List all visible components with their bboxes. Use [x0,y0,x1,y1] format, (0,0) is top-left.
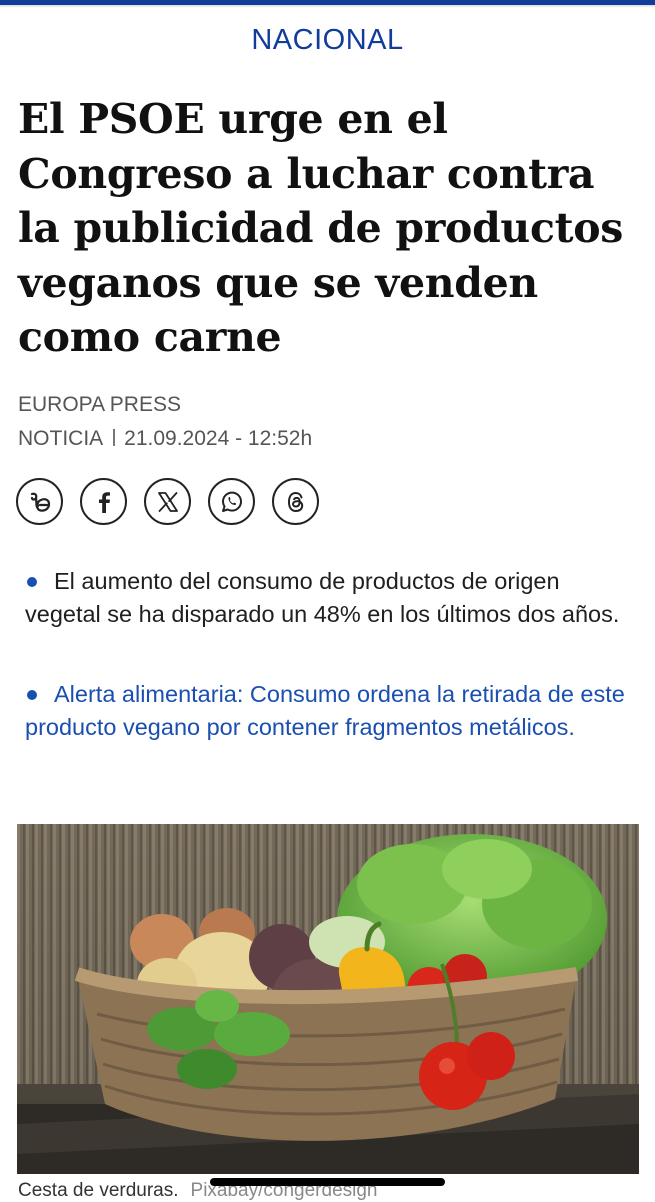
share-button-x[interactable] [144,478,191,525]
bullet-dot [27,577,37,587]
caption-text: Cesta de verduras. [18,1180,179,1201]
bluesky-like-icon [30,492,50,512]
meta-divider [113,429,116,446]
related-list-2: Alerta alimentaria: Consumo ordena la re… [25,678,635,743]
share-button-whatsapp[interactable] [208,478,255,525]
share-button-facebook[interactable] [80,478,127,525]
section-label[interactable]: NACIONAL [0,24,655,57]
article-source: EUROPA PRESS [18,393,181,416]
vegetable-basket-image [17,824,639,1174]
threads-icon [287,491,303,512]
bullet-dot [27,690,37,700]
whatsapp-icon [221,491,242,512]
related-link-item[interactable]: Alerta alimentaria: Consumo ordena la re… [25,678,635,743]
share-bar [16,478,319,525]
article-meta: NOTICIA 21.09.2024 - 12:52h [18,427,312,451]
related-list-1: El aumento del consumo de productos de o… [25,565,635,630]
home-indicator[interactable] [210,1178,445,1186]
article-title: El PSOE urge en el Congreso a luchar con… [18,95,624,361]
share-button-bluesky[interactable] [16,478,63,525]
facebook-icon [98,491,110,513]
related-item: El aumento del consumo de productos de o… [25,565,635,630]
related-text: El aumento del consumo de productos de o… [25,568,620,627]
share-button-threads[interactable] [272,478,319,525]
x-twitter-icon [157,491,178,512]
article-image[interactable] [17,824,639,1174]
related-link[interactable]: Alerta alimentaria: Consumo ordena la re… [25,681,625,740]
top-shadow [0,5,655,8]
article-datetime: 21.09.2024 - 12:52h [124,427,313,450]
article-type: NOTICIA [18,427,104,450]
